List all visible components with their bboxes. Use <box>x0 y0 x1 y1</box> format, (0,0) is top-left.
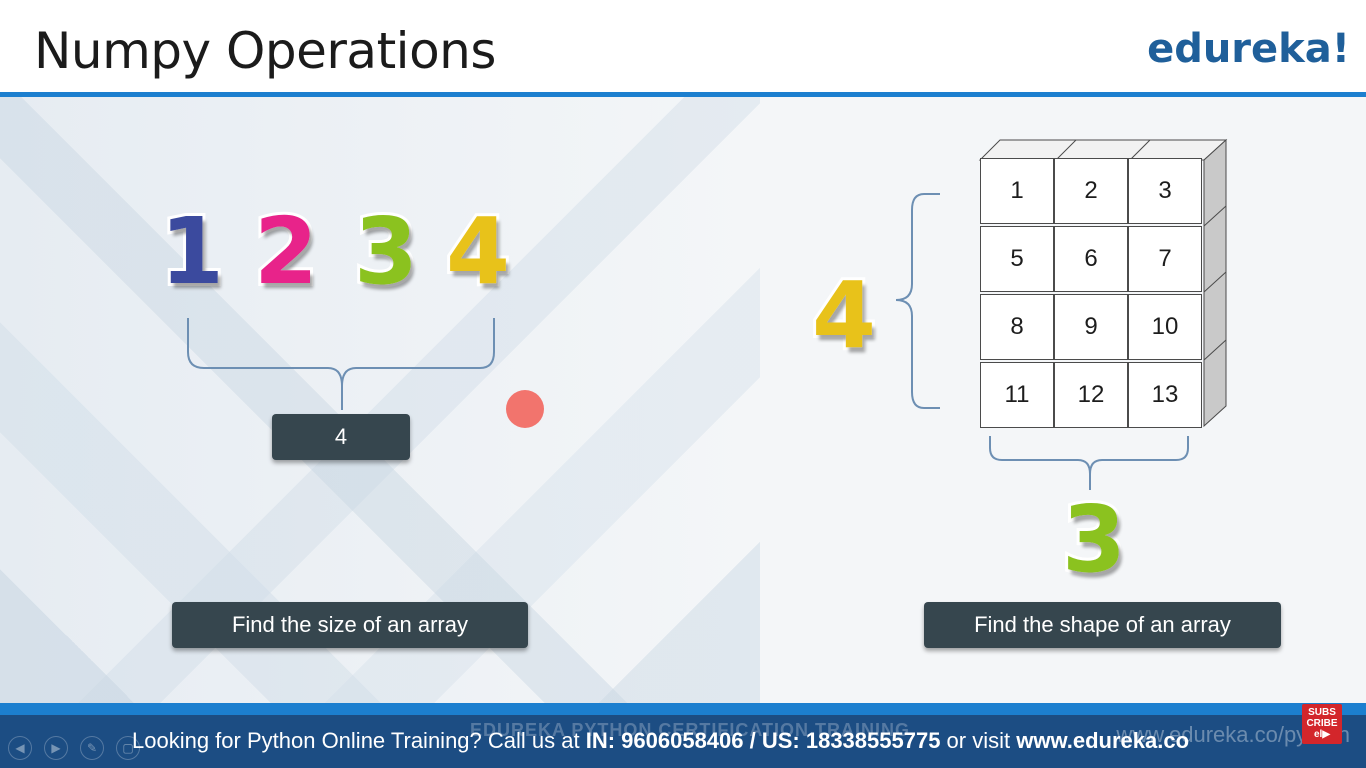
header-divider <box>0 92 1366 97</box>
slide: Numpy Operations edureka! 1234 4 Find th… <box>0 0 1366 768</box>
grid-cell: 12 <box>1054 362 1128 428</box>
player-control-0[interactable]: ◀ <box>8 736 32 760</box>
footer-promo-prefix: Looking for Python Online Training? Call… <box>132 728 586 753</box>
shape-caption-box: Find the shape of an array <box>924 602 1281 648</box>
shape-caption: Find the shape of an array <box>974 612 1231 637</box>
grid-cell: 5 <box>980 226 1054 292</box>
grid-cell: 11 <box>980 362 1054 428</box>
player-control-2[interactable]: ✎ <box>80 736 104 760</box>
grid-cell: 9 <box>1054 294 1128 360</box>
subscribe-label-top: SUBS <box>1308 707 1336 718</box>
size-caption-box: Find the size of an array <box>172 602 528 648</box>
grid-cell: 1 <box>980 158 1054 224</box>
grid-cell: 2 <box>1054 158 1128 224</box>
subscribe-label-bottom: el▶ <box>1313 729 1331 740</box>
page-title: Numpy Operations <box>34 22 496 80</box>
array-digit-4: 4 <box>443 198 513 305</box>
grid-cell: 7 <box>1128 226 1202 292</box>
footer-accent-strip <box>0 703 1366 715</box>
footer-url-link[interactable]: www.edureka.co <box>1016 728 1189 753</box>
size-result-box: 4 <box>272 414 410 460</box>
rows-count-digit: 4 <box>809 262 879 369</box>
array-digit-2: 2 <box>251 198 321 305</box>
footer-promo-text: Looking for Python Online Training? Call… <box>132 728 1189 754</box>
footer-promo-middle: or visit <box>940 728 1017 753</box>
cursor-highlight <box>506 390 544 428</box>
array-digit-1: 1 <box>157 198 227 305</box>
grid-cell: 8 <box>980 294 1054 360</box>
shape-grid: 1 2 3 5 6 7 8 9 10 11 12 13 <box>980 158 1208 428</box>
player-control-1[interactable]: ▶ <box>44 736 68 760</box>
grid-cell: 3 <box>1128 158 1202 224</box>
edureka-logo: edureka! <box>1147 26 1350 72</box>
size-caption: Find the size of an array <box>231 612 468 637</box>
cols-brace <box>989 436 1189 490</box>
array-digit-3: 3 <box>351 198 421 305</box>
size-brace <box>187 318 495 410</box>
cols-count-digit: 3 <box>1059 486 1129 593</box>
slide-header: Numpy Operations edureka! <box>0 0 1366 92</box>
subscribe-label-mid: CRIBE <box>1306 718 1338 729</box>
subscribe-button[interactable]: SUBS CRIBE el▶ <box>1302 704 1342 744</box>
rows-brace <box>895 193 940 409</box>
footer-phones: IN: 9606058406 / US: 18338555775 <box>585 728 941 753</box>
grid-cell: 13 <box>1128 362 1202 428</box>
grid-cell: 6 <box>1054 226 1128 292</box>
size-result-value: 4 <box>334 424 348 449</box>
grid-cell: 10 <box>1128 294 1202 360</box>
